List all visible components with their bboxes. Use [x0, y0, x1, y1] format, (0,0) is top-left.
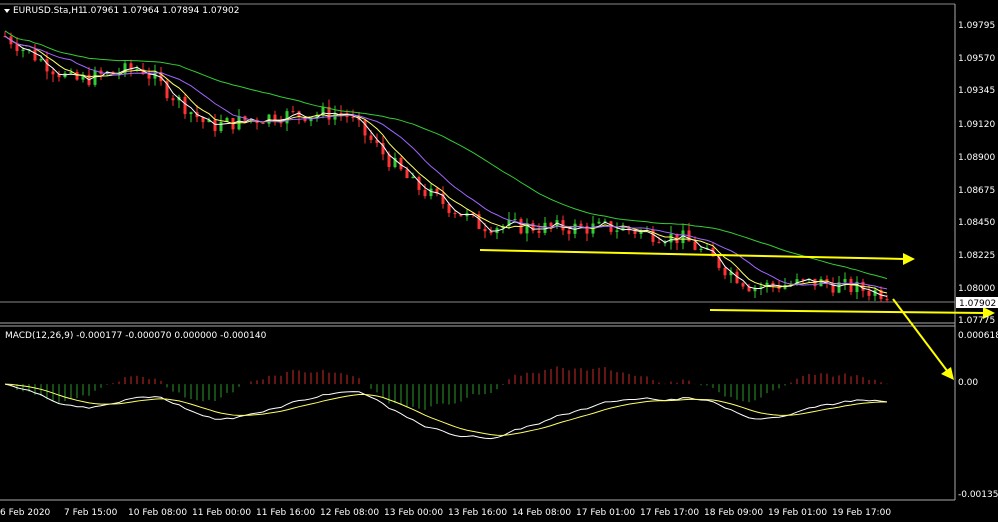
bull-candle — [429, 188, 433, 197]
bear-candle — [51, 71, 55, 75]
chart-window[interactable]: EURUSD.Sta,H1 1.07961 1.07964 1.07894 1.… — [0, 0, 998, 522]
time-tick: 19 Feb 17:00 — [832, 508, 891, 518]
bear-candle — [261, 123, 265, 125]
time-tick: 17 Feb 17:00 — [640, 508, 699, 518]
time-tick: 11 Feb 16:00 — [256, 508, 315, 518]
resistance-line — [479, 249, 906, 260]
ohlc-readout: 1.07961 1.07964 1.07894 1.07902 — [82, 6, 239, 16]
bear-candle — [567, 230, 571, 234]
bear-candle — [885, 299, 889, 301]
bear-candle — [849, 278, 853, 293]
time-tick: 6 Feb 2020 — [0, 508, 51, 518]
bear-candle — [741, 283, 745, 287]
bull-candle — [21, 49, 25, 52]
bear-candle — [723, 267, 727, 276]
price-tick: 1.07775 — [958, 316, 995, 326]
price-tick: 1.08450 — [958, 218, 995, 228]
bear-candle — [45, 59, 49, 72]
bear-candle — [549, 222, 553, 227]
bull-candle — [843, 278, 847, 283]
price-tick: 1.08675 — [958, 186, 995, 196]
bear-candle — [453, 213, 457, 215]
bear-candle — [363, 120, 367, 136]
time-tick: 7 Feb 15:00 — [64, 508, 118, 518]
bear-candle — [405, 169, 409, 179]
arrow-head-down — [941, 367, 954, 380]
bear-candle — [801, 279, 805, 281]
macd-histogram-group — [10, 366, 888, 410]
bear-candle — [75, 72, 79, 80]
bear-candle — [183, 96, 187, 115]
bull-candle — [39, 59, 43, 61]
time-tick: 12 Feb 08:00 — [320, 508, 379, 518]
dropdown-triangle-icon[interactable] — [4, 9, 10, 13]
bull-candle — [819, 279, 823, 287]
bear-candle — [33, 49, 37, 61]
time-tick: 10 Feb 08:00 — [128, 508, 187, 518]
current-price-value: 1.07902 — [959, 299, 996, 309]
ma-mid-line — [4, 35, 888, 294]
time-tick: 13 Feb 00:00 — [384, 508, 443, 518]
bear-candle — [213, 119, 217, 132]
bull-candle — [699, 248, 703, 250]
bull-candle — [189, 112, 193, 115]
bear-candle — [351, 117, 355, 119]
price-tick: 1.09120 — [958, 120, 995, 130]
bull-candle — [411, 176, 415, 179]
time-tick: 17 Feb 01:00 — [576, 508, 635, 518]
macd-tick-bottom: -0.00135 — [958, 490, 998, 500]
bear-candle — [537, 230, 541, 233]
bear-candle — [291, 111, 295, 113]
time-axis-labels: 6 Feb 2020 7 Feb 15:00 10 Feb 08:00 11 F… — [0, 508, 891, 518]
price-tick: 1.08900 — [958, 153, 995, 163]
time-tick: 18 Feb 09:00 — [704, 508, 763, 518]
bear-candle — [417, 176, 421, 190]
bear-candle — [579, 223, 583, 226]
time-tick: 11 Feb 00:00 — [192, 508, 251, 518]
time-tick: 19 Feb 01:00 — [768, 508, 827, 518]
bull-candle — [285, 111, 289, 124]
projection-line — [892, 298, 949, 373]
bull-candle — [267, 114, 271, 124]
bull-candle — [219, 121, 223, 132]
bear-candle — [585, 225, 589, 234]
bear-candle — [657, 241, 661, 243]
macd-label: MACD(12,26,9) -0.000177 -0.000070 0.0000… — [5, 331, 267, 341]
bull-candle — [597, 221, 601, 224]
price-tick: 1.09345 — [958, 86, 995, 96]
price-tick: 1.08000 — [958, 284, 995, 294]
bear-candle — [15, 44, 19, 52]
bear-candle — [171, 98, 175, 101]
bull-candle — [669, 233, 673, 243]
bear-candle — [531, 223, 535, 231]
ma-fast-line — [4, 35, 888, 297]
chart-canvas: EURUSD.Sta,H1 1.07961 1.07964 1.07894 1.… — [0, 3, 998, 518]
macd-tick-top: 0.000618 — [958, 331, 998, 341]
bear-candle — [423, 189, 427, 197]
support-line — [709, 309, 986, 314]
ma-slow-line — [4, 35, 888, 290]
candles-group — [3, 31, 889, 303]
bear-candle — [369, 135, 373, 140]
chart-title: EURUSD.Sta,H1 — [13, 6, 84, 16]
bear-candle — [693, 241, 697, 250]
bear-candle — [483, 228, 487, 232]
price-tick: 1.08225 — [958, 251, 995, 261]
price-tick: 1.09570 — [958, 54, 995, 64]
macd-tick-zero: 0.00 — [958, 378, 978, 388]
price-axis-labels: 1.09795 1.09570 1.09345 1.09120 1.08900 … — [958, 21, 995, 326]
bear-candle — [867, 290, 871, 296]
time-tick: 14 Feb 08:00 — [512, 508, 571, 518]
bear-candle — [147, 73, 151, 79]
time-tick: 13 Feb 16:00 — [448, 508, 507, 518]
bull-candle — [615, 230, 619, 232]
bull-candle — [513, 219, 517, 221]
arrow-head-right-1 — [903, 253, 915, 265]
price-tick: 1.09795 — [958, 21, 995, 31]
